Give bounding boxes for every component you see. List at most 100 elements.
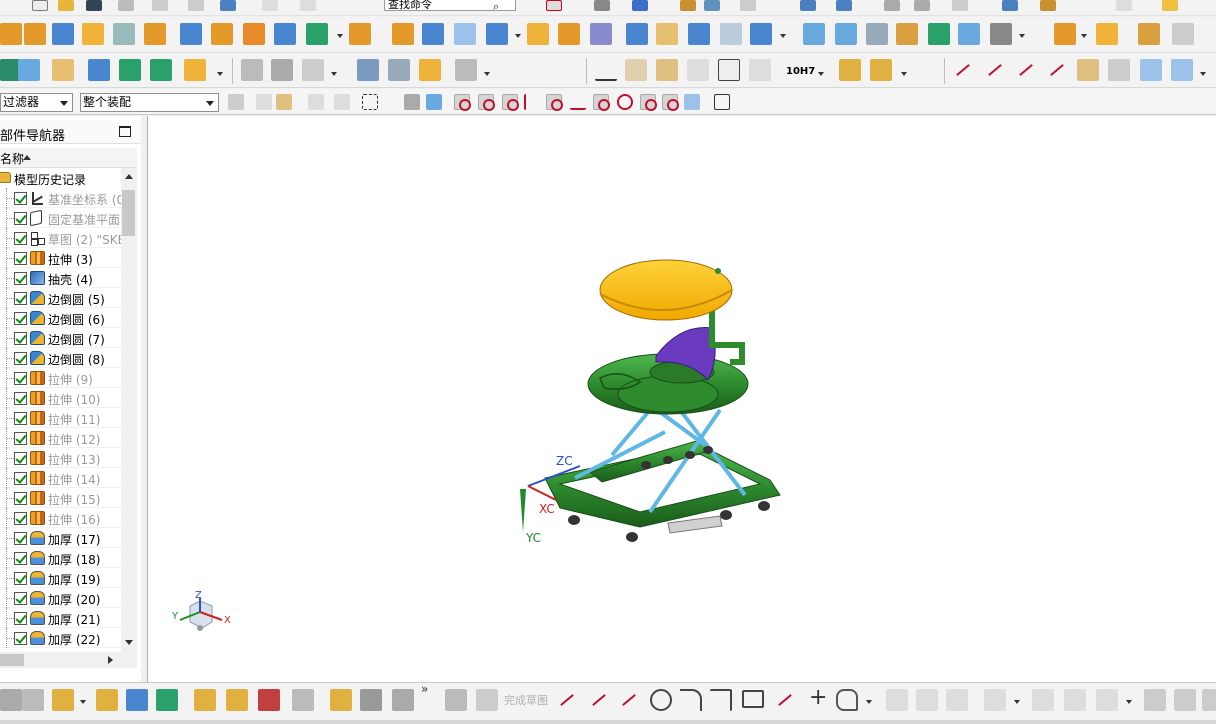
sketch-rectangle-icon[interactable] [742,690,764,708]
move-face-icon[interactable] [688,23,710,45]
tree-node[interactable]: 拉伸 (11) [0,408,121,428]
sew-icon[interactable] [454,23,476,45]
project-curve-icon[interactable] [1140,59,1162,81]
visibility-checkbox[interactable] [14,492,27,505]
text-tool-icon[interactable] [184,59,206,81]
sphere-tool-icon[interactable] [144,23,166,45]
scroll-up-icon[interactable] [125,174,133,179]
move-object-icon[interactable] [88,59,110,81]
layer-icon[interactable] [800,0,816,11]
chevron-down-icon[interactable] [901,72,907,76]
visibility-checkbox[interactable] [14,572,27,585]
save-icon[interactable] [86,0,102,11]
intersect-curve-icon[interactable] [1171,59,1193,81]
wire-tool-icon[interactable] [455,59,477,81]
replace-face-icon[interactable] [626,23,648,45]
visibility-checkbox[interactable] [14,632,27,645]
snap-face-icon[interactable] [684,94,700,110]
selection-scope-select[interactable]: 整个装配 [80,93,219,112]
move-icon[interactable] [1040,0,1056,11]
mirror-tool-icon[interactable] [590,23,612,45]
auto-constraint-icon[interactable] [1096,689,1118,711]
chevron-down-icon[interactable] [866,700,872,704]
type-filter-select[interactable]: 过滤器 [0,93,73,112]
cube-stack-icon[interactable] [839,59,861,81]
snap-curve-icon[interactable] [524,94,540,110]
thicken-tool-icon[interactable] [527,23,549,45]
name-column-header[interactable]: 名称 [0,148,137,168]
swept-surface-icon[interactable] [896,23,918,45]
snap-center-icon[interactable] [593,94,610,111]
offset-sketch-icon[interactable] [984,689,1006,711]
maximize-icon[interactable] [119,126,131,137]
snap-endpoint-icon[interactable] [454,94,471,111]
bounded-plane-icon[interactable] [958,23,980,45]
component-icon[interactable] [22,689,44,711]
assembly-icon[interactable] [0,689,22,711]
visibility-checkbox[interactable] [14,532,27,545]
hole-pattern-icon[interactable] [243,23,265,45]
tree-node[interactable]: 加厚 (19) [0,568,121,588]
chevron-down-icon[interactable] [80,700,86,704]
pattern-assembly-icon[interactable] [194,689,216,711]
visibility-checkbox[interactable] [14,392,27,405]
chevron-down-icon[interactable] [484,72,490,76]
shaded-icon[interactable] [632,0,648,11]
constraint-assembly-icon[interactable] [156,689,178,711]
tree-node[interactable]: 加厚 (21) [0,608,121,628]
inferred-constraint-icon[interactable] [1202,689,1216,711]
tree-node[interactable]: 拉伸 (9) [0,368,121,388]
cut-icon[interactable] [118,0,134,11]
make-corner-icon[interactable] [946,689,968,711]
add-component-icon[interactable] [1054,23,1076,45]
chevron-down-icon[interactable] [1014,700,1020,704]
chevron-down-icon[interactable] [780,34,786,38]
visibility-checkbox[interactable] [14,512,27,525]
tolerance-icon[interactable]: 10H7 [786,56,816,80]
cube-view-icon[interactable] [680,0,696,11]
copy-icon[interactable] [152,0,168,11]
visibility-checkbox[interactable] [14,292,27,305]
constraint-icon[interactable] [1096,23,1118,45]
chevron-down-icon[interactable] [1019,34,1025,38]
chevron-down-icon[interactable] [818,72,824,76]
delete-face-icon[interactable] [656,23,678,45]
scroll-thumb[interactable] [122,190,135,236]
profile-sketch-icon[interactable] [556,689,578,711]
arc-icon[interactable] [984,59,1006,81]
visibility-checkbox[interactable] [14,552,27,565]
chevron-down-icon[interactable] [1126,700,1132,704]
snap-quadrant-icon[interactable] [617,94,633,110]
render-style-icon[interactable] [594,0,610,11]
brush-icon[interactable] [749,59,771,81]
visibility-checkbox[interactable] [14,432,27,445]
explode-icon[interactable] [96,689,118,711]
baby-walker-model[interactable] [148,116,1216,682]
spring-icon[interactable] [388,59,410,81]
revolve-tool-icon[interactable] [24,23,46,45]
tree-node[interactable]: 拉伸 (13) [0,448,121,468]
view-orient-icon[interactable] [750,23,772,45]
studio-spline-icon[interactable] [1015,59,1037,81]
tree-node[interactable]: 草图 (2) "SKETCH_000" [0,228,121,248]
patch-icon[interactable] [486,23,508,45]
helix-icon[interactable] [1108,59,1130,81]
extrude-tool-icon[interactable] [0,23,22,45]
tree-node[interactable]: 拉伸 (12) [0,428,121,448]
ruled-surface-icon[interactable] [928,23,950,45]
spreadsheet-icon[interactable] [914,0,930,11]
visibility-checkbox[interactable] [14,612,27,625]
navigator-horizontal-scrollbar[interactable] [0,652,137,668]
chamfer-icon[interactable] [710,689,732,711]
chevron-down-icon[interactable] [331,72,337,76]
search-icon[interactable]: ⌕ [493,0,499,14]
clip-icon[interactable] [360,689,382,711]
visibility-checkbox[interactable] [14,252,27,265]
sequence-icon[interactable] [226,689,248,711]
ruler-icon[interactable] [1162,0,1178,11]
cone-tool-icon[interactable] [113,23,135,45]
link-icon[interactable] [258,689,280,711]
offset-face-icon[interactable] [349,23,371,45]
point-icon[interactable] [952,0,968,11]
tree-node[interactable]: 加厚 (18) [0,548,121,568]
